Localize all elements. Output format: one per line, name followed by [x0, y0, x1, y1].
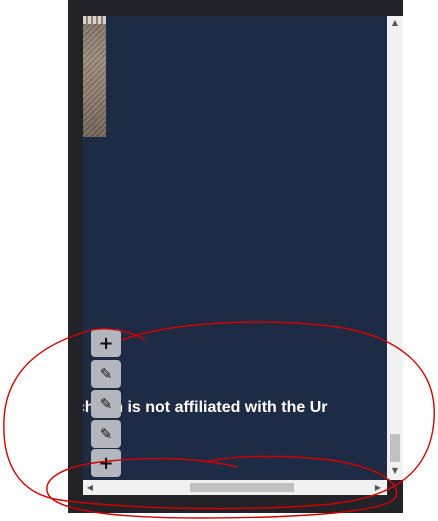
- scroll-up-arrow-icon[interactable]: ▲: [387, 16, 403, 30]
- header-photo: [83, 16, 106, 137]
- horizontal-scrollbar[interactable]: ◀ ▶: [83, 480, 387, 495]
- plus-icon: +: [98, 332, 114, 354]
- pencil-icon: ✎: [99, 365, 113, 383]
- scroll-left-arrow-icon[interactable]: ◀: [83, 480, 97, 495]
- edit-block-button[interactable]: ✎: [91, 420, 121, 448]
- vertical-scrollbar[interactable]: ▲ ▼: [387, 16, 403, 480]
- horizontal-scroll-thumb[interactable]: [190, 483, 294, 492]
- footer-disclaimer: echaun is not affiliated with the Ur: [83, 399, 328, 416]
- scroll-right-arrow-icon[interactable]: ▶: [371, 480, 385, 495]
- page-viewport[interactable]: echaun is not affiliated with the Ur + ✎…: [83, 16, 387, 480]
- photo-edge: [83, 16, 106, 24]
- scroll-down-arrow-icon[interactable]: ▼: [387, 464, 403, 478]
- plus-icon: +: [98, 452, 114, 474]
- pencil-icon: ✎: [99, 425, 113, 443]
- pencil-icon: ✎: [99, 395, 113, 413]
- vertical-scroll-thumb[interactable]: [390, 434, 400, 462]
- edit-block-button[interactable]: ✎: [91, 390, 121, 418]
- add-block-button[interactable]: +: [91, 329, 121, 357]
- add-block-button[interactable]: +: [91, 449, 121, 477]
- edit-block-button[interactable]: ✎: [91, 360, 121, 388]
